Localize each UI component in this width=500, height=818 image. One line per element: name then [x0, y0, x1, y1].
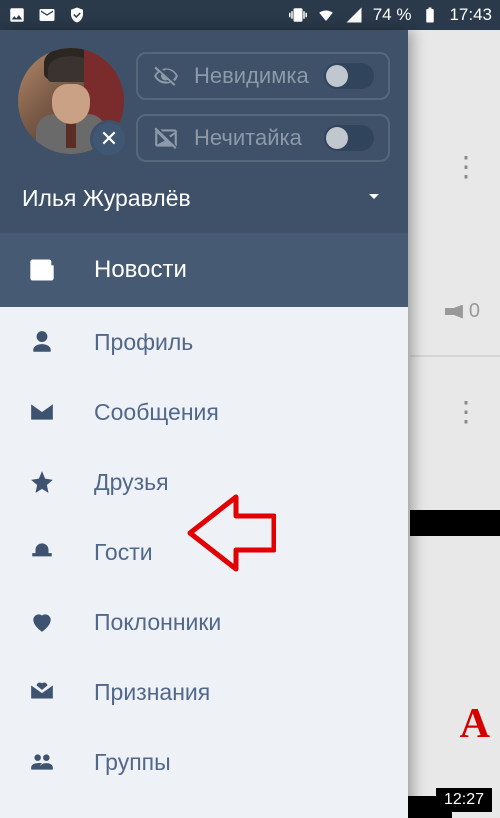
- switch[interactable]: [324, 63, 374, 89]
- sidebar-item-groups[interactable]: Группы: [0, 727, 408, 797]
- toggle-invisible[interactable]: Невидимка: [136, 52, 390, 100]
- eye-off-icon: [152, 63, 180, 89]
- groups-icon: [26, 749, 58, 775]
- status-bar: 74 % 17:43: [0, 0, 500, 30]
- close-icon[interactable]: ✕: [90, 120, 128, 158]
- mail-off-icon: [152, 125, 180, 151]
- sidebar-item-label: Группы: [94, 749, 171, 776]
- background-letter: A: [460, 700, 490, 748]
- sidebar-item-confessions[interactable]: Признания: [0, 657, 408, 727]
- toggle-unread[interactable]: Нечитайка: [136, 114, 390, 162]
- profile-icon: [26, 329, 58, 355]
- account-switcher[interactable]: Илья Журавлёв: [18, 162, 390, 233]
- star-icon: [26, 469, 58, 495]
- sidebar-item-label: Сообщения: [94, 399, 219, 426]
- user-name: Илья Журавлёв: [22, 185, 191, 212]
- sidebar-item-news[interactable]: Новости: [0, 233, 408, 307]
- sidebar-item-messages[interactable]: Сообщения: [0, 377, 408, 447]
- heart-icon: [26, 609, 58, 635]
- sidebar-item-label: Гости: [94, 539, 153, 566]
- sidebar-item-label: Новости: [94, 256, 187, 284]
- mute-indicator: 0: [445, 300, 480, 323]
- toggle-label: Нечитайка: [194, 125, 310, 151]
- toggle-label: Невидимка: [194, 63, 310, 89]
- sidebar-item-label: Признания: [94, 679, 210, 706]
- wifi-icon: [317, 6, 335, 24]
- clock-time: 17:43: [449, 5, 492, 25]
- switch[interactable]: [324, 125, 374, 151]
- sidebar-item-profile[interactable]: Профиль: [0, 307, 408, 377]
- sidebar-item-label: Профиль: [94, 329, 193, 356]
- sidebar-item-fans[interactable]: Поклонники: [0, 587, 408, 657]
- video-duration: 12:27: [436, 788, 492, 812]
- navigation-drawer: ✕ Невидимка Нечитайка Илья Журавлёв: [0, 30, 408, 818]
- sidebar-item-label: Друзья: [94, 469, 169, 496]
- overflow-icon[interactable]: ⋮: [452, 395, 480, 428]
- vibrate-icon: [289, 6, 307, 24]
- avatar[interactable]: ✕: [18, 48, 124, 154]
- shield-icon: [68, 6, 86, 24]
- sidebar-item-label: Поклонники: [94, 609, 221, 636]
- news-icon: [26, 256, 58, 284]
- heart-mail-icon: [26, 679, 58, 705]
- menu-list: Профиль Сообщения Друзья Гости Поклонник…: [0, 307, 408, 818]
- overflow-icon[interactable]: ⋮: [452, 150, 480, 183]
- signal-icon: [345, 6, 363, 24]
- mail-icon: [26, 399, 58, 425]
- hat-icon: [26, 539, 58, 565]
- drawer-header: ✕ Невидимка Нечитайка Илья Журавлёв: [0, 30, 408, 233]
- sidebar-item-guests[interactable]: Гости: [0, 517, 408, 587]
- battery-icon: [421, 6, 439, 24]
- image-icon: [8, 6, 26, 24]
- sidebar-item-friends[interactable]: Друзья: [0, 447, 408, 517]
- mail-icon: [38, 6, 56, 24]
- chevron-down-icon: [362, 184, 386, 213]
- sidebar-item-settings[interactable]: Настройки: [0, 797, 408, 818]
- battery-percent: 74 %: [373, 5, 412, 25]
